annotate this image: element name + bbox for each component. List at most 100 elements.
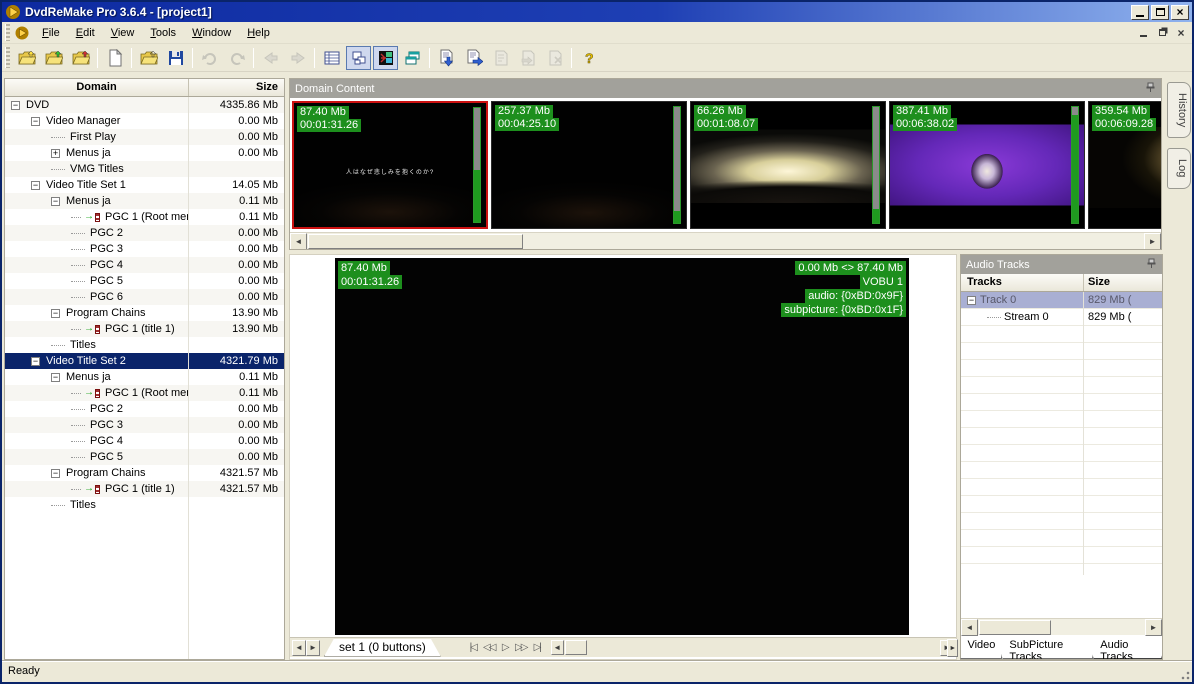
pin-icon[interactable] (1145, 82, 1156, 96)
domain-content-thumbnail[interactable]: 359.54 Mb 00:06:09.28 (1088, 101, 1161, 229)
collapse-icon[interactable]: − (31, 356, 40, 366)
column-header-size[interactable]: Size (189, 79, 284, 96)
tree-row[interactable]: PGC 3 0.00 Mb (5, 417, 284, 433)
side-tab-log[interactable]: Log (1167, 148, 1191, 189)
column-header-domain[interactable]: Domain (5, 79, 189, 96)
close-button[interactable]: × (1171, 4, 1189, 20)
folder-import-yellow-button[interactable] (14, 46, 39, 70)
scroll-left-icon[interactable]: ◄ (290, 232, 307, 249)
scroll-left-icon[interactable]: ◄ (961, 618, 978, 636)
tree-row[interactable]: → PGC 1 (Root menu) 0.11 Mb (5, 385, 284, 401)
menu-file[interactable]: File (34, 24, 68, 42)
tree-row[interactable]: − Program Chains 4321.57 Mb (5, 465, 284, 481)
thumbnails-view-button[interactable] (346, 45, 371, 70)
tree-row[interactable]: − Video Title Set 2 4321.79 Mb (5, 353, 284, 369)
collapse-icon[interactable]: − (51, 372, 60, 382)
menubar-gripper[interactable] (5, 24, 10, 41)
prev-frame-button[interactable]: ◁◁ (481, 640, 497, 656)
toolbar-gripper[interactable] (5, 46, 10, 69)
pin-icon[interactable] (1146, 258, 1157, 272)
project-window-icon[interactable] (14, 25, 30, 41)
new-document-button[interactable] (102, 46, 127, 70)
tree-row[interactable]: PGC 5 0.00 Mb (5, 273, 284, 289)
tree-row[interactable]: − Video Title Set 1 14.05 Mb (5, 177, 284, 193)
tree-row[interactable]: Titles (5, 337, 284, 353)
tree-row[interactable]: PGC 2 0.00 Mb (5, 401, 284, 417)
menu-window[interactable]: Window (184, 24, 239, 42)
folder-import-green-button[interactable] (41, 46, 66, 70)
tree-row[interactable]: Titles (5, 497, 284, 513)
domain-content-thumbnail[interactable]: 人はなぜ悲しみを抱くのか? 87.40 Mb 00:01:31.26 (292, 101, 488, 229)
video-preview[interactable]: 87.40 Mb 00:01:31.26 0.00 Mb <> 87.40 Mb… (335, 258, 909, 635)
scroll-right-icon[interactable]: ► (1145, 618, 1162, 636)
collapse-icon[interactable]: − (51, 308, 60, 318)
frame-scroll-left-icon[interactable]: ◄ (550, 640, 564, 655)
collapse-icon[interactable]: − (51, 468, 60, 478)
cascade-windows-button[interactable] (400, 46, 425, 70)
menu-view[interactable]: View (103, 24, 143, 42)
menu-help[interactable]: Help (239, 24, 278, 42)
expand-icon[interactable]: + (51, 148, 60, 158)
tree-row[interactable]: + Menus ja 0.00 Mb (5, 145, 284, 161)
save-project-button[interactable] (163, 46, 188, 70)
tab-scroll-left-icon[interactable]: ◄ (292, 639, 306, 656)
collapse-icon[interactable]: − (31, 180, 40, 190)
tree-row[interactable]: First Play 0.00 Mb (5, 129, 284, 145)
last-frame-button[interactable]: ▷| (529, 640, 545, 656)
preview-pane-button[interactable] (373, 45, 398, 70)
details-view-button[interactable] (319, 46, 344, 70)
tree-row[interactable]: PGC 5 0.00 Mb (5, 449, 284, 465)
column-header-size[interactable]: Size (1084, 274, 1162, 291)
side-tab-history[interactable]: History (1167, 82, 1191, 139)
mdi-minimize-button[interactable] (1135, 26, 1151, 40)
tree-row[interactable]: − Track 0 829 Mb ( (961, 292, 1162, 309)
tab-audio-tracks[interactable]: Audio Tracks (1093, 637, 1162, 659)
tree-row[interactable]: Stream 0 829 Mb ( (961, 309, 1162, 326)
open-project-button[interactable] (136, 46, 161, 70)
resize-grip[interactable] (1178, 668, 1191, 681)
scrollbar-thumb[interactable] (979, 619, 1051, 635)
export-down-button[interactable] (434, 46, 459, 70)
domain-content-thumbnail[interactable]: 257.37 Mb 00:04:25.10 (491, 101, 687, 229)
audio-scrollbar[interactable]: ◄ ► (961, 618, 1162, 636)
menu-set-tab[interactable]: set 1 (0 buttons) (324, 639, 441, 657)
tree-row[interactable]: PGC 3 0.00 Mb (5, 241, 284, 257)
play-button[interactable]: ▷ (497, 640, 513, 656)
tree-row[interactable]: PGC 6 0.00 Mb (5, 289, 284, 305)
collapse-icon[interactable]: − (51, 196, 60, 206)
tree-row[interactable]: VMG Titles (5, 161, 284, 177)
menu-edit[interactable]: Edit (68, 24, 103, 42)
thumbnails-scrollbar[interactable]: ◄ ► (290, 232, 1161, 249)
tree-row[interactable]: → PGC 1 (title 1) 13.90 Mb (5, 321, 284, 337)
domain-content-thumbnail[interactable]: 387.41 Mb 00:06:38.02 (889, 101, 1085, 229)
tab-scroll-right-icon[interactable]: ► (306, 639, 320, 656)
maximize-button[interactable] (1151, 4, 1169, 20)
frame-scrollbar-thumb[interactable] (564, 640, 587, 655)
mdi-close-button[interactable]: × (1173, 26, 1189, 40)
column-header-tracks[interactable]: Tracks (961, 274, 1084, 291)
tree-row[interactable]: PGC 4 0.00 Mb (5, 433, 284, 449)
help-button[interactable]: ? (576, 46, 601, 70)
folder-import-red-button[interactable] (68, 46, 93, 70)
tree-row[interactable]: PGC 4 0.00 Mb (5, 257, 284, 273)
export-right-button[interactable] (461, 46, 486, 70)
tree-row[interactable]: − DVD 4335.86 Mb (5, 97, 284, 113)
tab-subpicture-tracks[interactable]: SubPicture Tracks (1002, 637, 1093, 659)
first-frame-button[interactable]: |◁ (465, 640, 481, 656)
minimize-button[interactable] (1131, 4, 1149, 20)
collapse-icon[interactable]: − (31, 116, 40, 126)
collapse-icon[interactable]: − (11, 100, 20, 110)
tree-row[interactable]: − Program Chains 13.90 Mb (5, 305, 284, 321)
collapse-icon[interactable]: − (967, 295, 976, 305)
tree-row[interactable]: − Video Manager 0.00 Mb (5, 113, 284, 129)
domain-content-thumbnail[interactable]: 66.26 Mb 00:01:08.07 (690, 101, 886, 229)
tree-row[interactable]: PGC 2 0.00 Mb (5, 225, 284, 241)
tree-row[interactable]: − Menus ja 0.11 Mb (5, 369, 284, 385)
tabs-scroll-right-icon[interactable]: ► (947, 639, 959, 657)
next-frame-button[interactable]: ▷▷ (513, 640, 529, 656)
scroll-right-icon[interactable]: ► (1144, 232, 1161, 249)
tree-row[interactable]: − Menus ja 0.11 Mb (5, 193, 284, 209)
scrollbar-thumb[interactable] (308, 233, 523, 249)
menu-tools[interactable]: Tools (142, 24, 184, 42)
tab-video[interactable]: Video (960, 637, 1002, 659)
